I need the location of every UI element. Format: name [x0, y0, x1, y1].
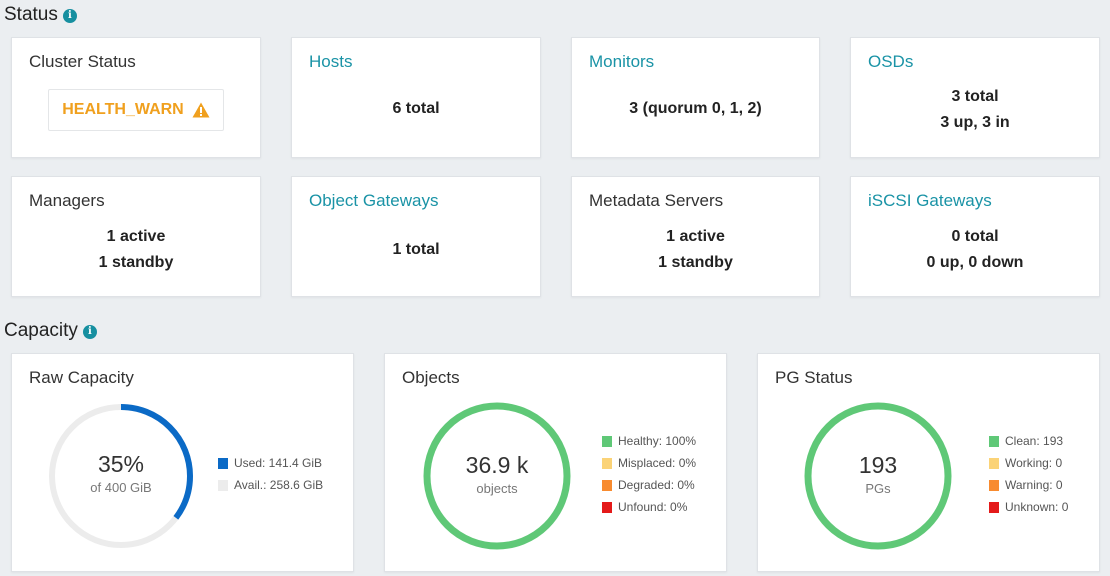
objects-card: Objects 36.9 k objects Healthy: 100% Mis… [384, 353, 727, 572]
object-gateways-total: 1 total [392, 241, 440, 258]
raw-capacity-legend: Used: 141.4 GiB Avail.: 258.6 GiB [218, 452, 323, 496]
card-title: Metadata Servers [589, 191, 724, 210]
osds-card: OSDs 3 total 3 up, 3 in [850, 37, 1100, 158]
monitors-card: Monitors 3 (quorum 0, 1, 2) [571, 37, 820, 158]
card-title: PG Status [775, 368, 853, 387]
legend-label: Warning: 0 [1005, 478, 1063, 492]
legend-swatch-warning [989, 479, 999, 491]
legend-swatch-degraded [602, 479, 612, 491]
osds-up-in: 3 up, 3 in [940, 114, 1010, 131]
legend-item[interactable]: Avail.: 258.6 GiB [218, 474, 323, 496]
card-title: Objects [402, 368, 460, 387]
card-title: Raw Capacity [29, 368, 134, 387]
monitors-link[interactable]: Monitors [589, 52, 654, 72]
legend-item[interactable]: Degraded: 0% [602, 474, 696, 496]
legend-item[interactable]: Warning: 0 [989, 474, 1068, 496]
legend-swatch-healthy [602, 435, 612, 447]
legend-label: Working: 0 [1005, 456, 1063, 470]
legend-item[interactable]: Misplaced: 0% [602, 452, 696, 474]
legend-label: Misplaced: 0% [618, 456, 697, 470]
legend-label: Degraded: 0% [618, 478, 695, 492]
info-icon[interactable]: i [62, 9, 77, 23]
info-icon[interactable]: i [82, 325, 97, 339]
card-title: Cluster Status [29, 52, 136, 71]
legend-item[interactable]: Unfound: 0% [602, 496, 696, 518]
osds-link[interactable]: OSDs [868, 52, 913, 72]
managers-card: Managers 1 active 1 standby [11, 176, 261, 297]
legend-label: Avail.: 258.6 GiB [234, 478, 324, 492]
legend-swatch-unknown [989, 501, 999, 513]
iscsi-total: 0 total [951, 228, 999, 245]
donut-center: 193 PGs [803, 452, 953, 496]
hosts-card: Hosts 6 total [291, 37, 541, 158]
legend-label: Healthy: 100% [618, 434, 697, 448]
metadata-servers-card: Metadata Servers 1 active 1 standby [571, 176, 820, 297]
mds-active: 1 active [666, 228, 725, 245]
pg-status-legend: Clean: 193 Working: 0 Warning: 0 Unknown… [989, 430, 1068, 518]
status-section-title: Status i [4, 4, 77, 26]
capacity-title-text: Capacity [4, 320, 78, 341]
managers-active: 1 active [106, 228, 166, 245]
legend-label: Clean: 193 [1005, 434, 1064, 448]
raw-capacity-card: Raw Capacity 35% of 400 GiB Used: 141.4 … [11, 353, 354, 572]
legend-item[interactable]: Working: 0 [989, 452, 1068, 474]
pg-unit: PGs [865, 481, 891, 496]
hosts-link[interactable]: Hosts [309, 52, 352, 72]
object-gateways-link[interactable]: Object Gateways [309, 191, 438, 211]
iscsi-up-down: 0 up, 0 down [926, 254, 1024, 271]
legend-item[interactable]: Used: 141.4 GiB [218, 452, 323, 474]
mds-standby: 1 standby [658, 254, 733, 271]
monitors-quorum: 3 (quorum 0, 1, 2) [629, 100, 762, 117]
legend-item[interactable]: Unknown: 0 [989, 496, 1068, 518]
osds-total: 3 total [951, 88, 999, 105]
donut-center: 35% of 400 GiB [46, 451, 196, 495]
card-title: Managers [29, 191, 105, 210]
pg-status-card: PG Status 193 PGs Clean: 193 Working: 0 … [757, 353, 1100, 572]
objects-count: 36.9 k [465, 452, 529, 478]
legend-swatch-misplaced [602, 457, 612, 469]
objects-unit: objects [476, 481, 518, 496]
donut-center: 36.9 k objects [422, 452, 572, 496]
iscsi-gateways-card: iSCSI Gateways 0 total 0 up, 0 down [850, 176, 1100, 297]
capacity-section-title: Capacity i [4, 320, 97, 342]
iscsi-gateways-link[interactable]: iSCSI Gateways [868, 191, 992, 211]
objects-legend: Healthy: 100% Misplaced: 0% Degraded: 0%… [602, 430, 696, 518]
status-title-text: Status [4, 4, 58, 25]
managers-standby: 1 standby [98, 254, 174, 271]
legend-swatch-used [218, 457, 228, 469]
cluster-status-card: Cluster Status HEALTH_WARN [11, 37, 261, 158]
legend-swatch-unfound [602, 501, 612, 513]
used-percent: 35% [97, 451, 145, 477]
legend-swatch-clean [989, 435, 999, 447]
pg-count: 193 [858, 452, 898, 478]
health-status-badge[interactable]: HEALTH_WARN [48, 89, 224, 131]
hosts-total: 6 total [392, 100, 440, 117]
legend-item[interactable]: Clean: 193 [989, 430, 1068, 452]
legend-swatch-working [989, 457, 999, 469]
health-status-text: HEALTH_WARN [62, 101, 184, 118]
legend-label: Used: 141.4 GiB [234, 456, 323, 470]
legend-swatch-avail [218, 479, 228, 491]
legend-label: Unfound: 0% [618, 500, 688, 514]
object-gateways-card: Object Gateways 1 total [291, 176, 541, 297]
legend-item[interactable]: Healthy: 100% [602, 430, 696, 452]
legend-label: Unknown: 0 [1005, 500, 1069, 514]
warning-icon [192, 102, 210, 118]
total-capacity: of 400 GiB [90, 480, 152, 495]
